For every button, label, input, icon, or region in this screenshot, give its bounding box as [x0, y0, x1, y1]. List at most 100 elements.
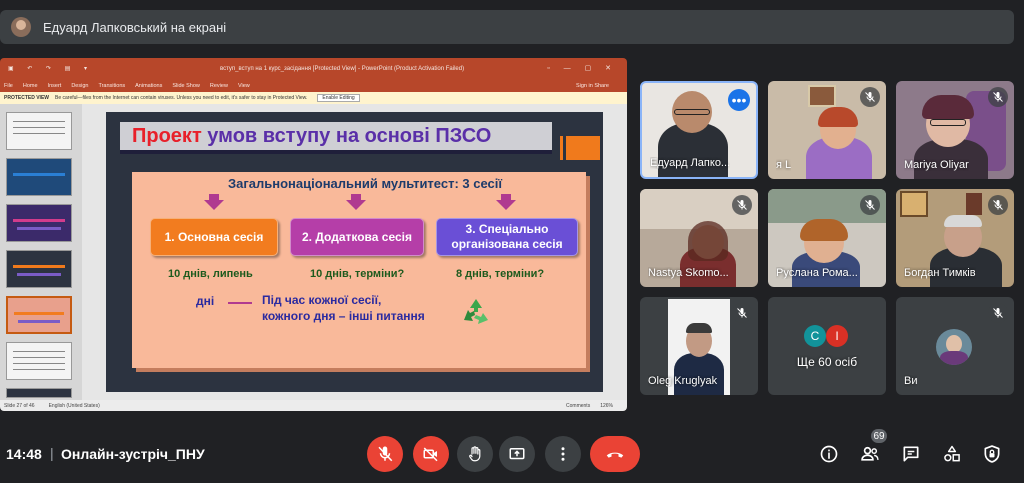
meeting-title: Онлайн-зустріч_ПНУ [61, 446, 205, 462]
presenter-text: Едуард Лапковський на екрані [43, 19, 227, 35]
info-icon [820, 445, 838, 463]
participant-name: Богдан Тимків [904, 267, 976, 279]
status-slide-count: Slide 27 of 46 [4, 402, 35, 409]
slide-thumbnail [6, 204, 72, 242]
slide-canvas: Проект умов вступу на основі ПЗСО Загаль… [106, 112, 603, 392]
glasses-icon [930, 119, 966, 126]
leave-call-button[interactable] [590, 436, 640, 472]
more-options-icon[interactable]: ••• [728, 89, 750, 111]
camera-toggle-button[interactable] [413, 436, 449, 472]
mic-off-icon [988, 87, 1008, 107]
participant-tile-self[interactable]: Ви [896, 297, 1014, 395]
camera-off-icon [423, 447, 438, 462]
participant-name: Oleg Kruglyak [648, 375, 718, 387]
mic-off-icon [860, 87, 880, 107]
hang-up-icon [606, 452, 624, 458]
mic-off-icon [988, 195, 1008, 215]
participant-tile-mariya[interactable]: Mariya Oliyar [896, 81, 1014, 179]
window-title: вступ_вступ на 1 курс_засідання [Protect… [220, 66, 465, 72]
more-options-button[interactable] [545, 436, 581, 472]
glasses-icon [674, 109, 710, 115]
protected-view-message: Be careful—files from the Internet can c… [55, 95, 308, 101]
ribbon-tab-file: File [4, 83, 13, 89]
mic-off-icon [378, 446, 393, 462]
ribbon-tab-slideshow: Slide Show [172, 83, 200, 89]
raise-hand-button[interactable] [457, 436, 493, 472]
participant-tile-ya-l[interactable]: я L [768, 81, 886, 179]
more-participants-label: Ще 60 осіб [796, 355, 858, 369]
during-session-text: Під час кожної сесії, кожного дня – інші … [262, 293, 425, 324]
participant-tile-nastya[interactable]: Nastya Skomo... [640, 189, 758, 287]
chat-icon [903, 446, 919, 462]
avatar [936, 329, 972, 365]
participant-tile-bohdan[interactable]: Богдан Тимків [896, 189, 1014, 287]
decorative-square [560, 136, 600, 160]
activities-button[interactable] [938, 440, 966, 468]
slide-thumbnail [6, 250, 72, 288]
status-zoom: 126% [600, 402, 613, 409]
presenter-avatar [11, 17, 31, 37]
protected-view-bar: PROTECTED VIEW Be careful—files from the… [0, 92, 627, 104]
session-2-box: 2. Додаткова сесія [290, 218, 424, 256]
host-controls-button[interactable] [978, 440, 1006, 468]
avatar: C [804, 325, 826, 347]
session-3-info: 8 днів, терміни? [456, 268, 545, 280]
session-3-box: 3. Спеціально організована сесія [436, 218, 578, 256]
present-screen-icon [509, 448, 525, 460]
ribbon-tab-home: Home [22, 83, 38, 89]
shared-screen: ▣ ↶ ↷ ▤ ▾ вступ_вступ на 1 курс_засіданн… [0, 58, 627, 411]
slide-title: Проект умов вступу на основі ПЗСО [132, 125, 492, 147]
participant-tile-eduard[interactable]: ••• Едуард Лапко... [640, 81, 758, 179]
slide-thumbnail [6, 112, 72, 150]
slide-thumbnails [0, 104, 82, 400]
people-icon [861, 446, 879, 461]
more-participants-tile[interactable]: C I Ще 60 осіб [768, 297, 886, 395]
recycle-icon [464, 299, 488, 324]
more-vert-icon [561, 447, 565, 461]
enable-editing-button: Enable Editing [317, 94, 360, 102]
powerpoint-statusbar: Slide 27 of 46 English (United States) C… [0, 400, 627, 411]
ribbon-tab-insert: Insert [47, 83, 62, 89]
avatar: I [826, 325, 848, 347]
down-arrow-icon [204, 194, 224, 210]
present-now-button[interactable] [499, 436, 535, 472]
mic-off-icon [860, 195, 880, 215]
clock: 14:48 [6, 446, 42, 462]
protected-view-label: PROTECTED VIEW [4, 95, 50, 101]
activities-shapes-icon [944, 445, 960, 462]
people-button[interactable] [856, 440, 884, 468]
mic-off-icon [732, 303, 752, 323]
hand-icon [469, 446, 481, 462]
separator: | [50, 445, 54, 461]
meeting-details-button[interactable] [815, 440, 843, 468]
participant-tile-ruslana[interactable]: Руслана Рома... [768, 189, 886, 287]
participant-name: Mariya Oliyar [904, 159, 969, 171]
ribbon-tabs: File Home Insert Design Transitions Anim… [0, 80, 627, 92]
ribbon-tab-view: View [237, 83, 250, 89]
presenter-banner: Едуард Лапковський на екрані [0, 10, 1014, 44]
microphone-toggle-button[interactable] [367, 436, 403, 472]
shield-lock-icon [984, 445, 1000, 463]
session-1-info: 10 днів, липень [168, 268, 253, 280]
participant-tile-oleg[interactable]: Oleg Kruglyak [640, 297, 758, 395]
mic-off-icon [988, 303, 1008, 323]
participant-name: Руслана Рома... [776, 267, 858, 279]
slide-thumbnail-selected [6, 296, 72, 334]
dash-line [228, 302, 252, 304]
ribbon-tab-transitions: Transitions [98, 83, 126, 89]
participant-name: Nastya Skomo... [648, 267, 729, 279]
participant-name: я L [776, 159, 792, 171]
slide-thumbnail [6, 388, 72, 398]
ribbon-tab-review: Review [209, 83, 228, 89]
participant-count-badge: 69 [871, 429, 887, 443]
down-arrow-icon [346, 194, 366, 210]
window-controls: ▫ — ▢ ✕ [547, 65, 617, 72]
quick-access-icons: ▣ ↶ ↷ ▤ ▾ [8, 66, 94, 72]
mic-off-icon [732, 195, 752, 215]
days-label: дні [196, 294, 215, 308]
chat-button[interactable] [897, 440, 925, 468]
status-language: English (United States) [48, 402, 100, 409]
ribbon-tab-animations: Animations [135, 83, 163, 89]
ribbon-tab-design: Design [71, 83, 89, 89]
down-arrow-icon [496, 194, 516, 210]
